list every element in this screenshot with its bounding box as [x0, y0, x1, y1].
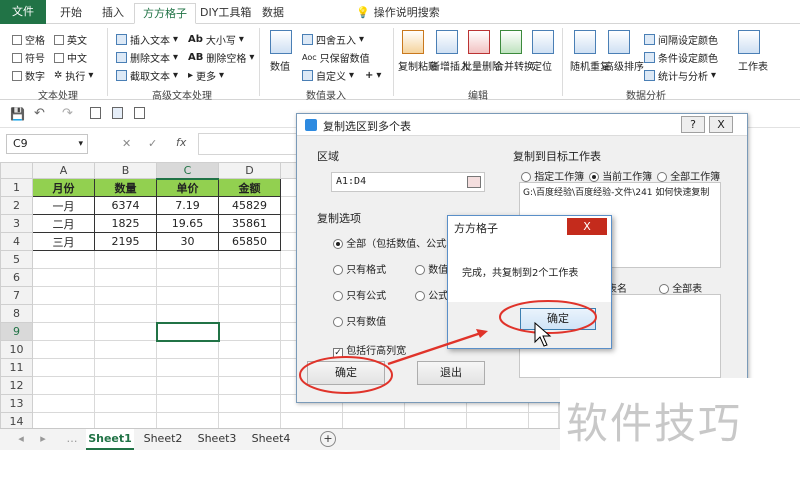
annotation-arrow [387, 330, 485, 366]
watermark-text: 软件技巧 [566, 399, 743, 448]
mouse-cursor-icon [534, 321, 552, 347]
watermark-area: 软件技巧 [560, 378, 800, 479]
annotation-ellipse-msg-ok [499, 300, 597, 334]
annotation-ellipse-ok [299, 356, 393, 394]
